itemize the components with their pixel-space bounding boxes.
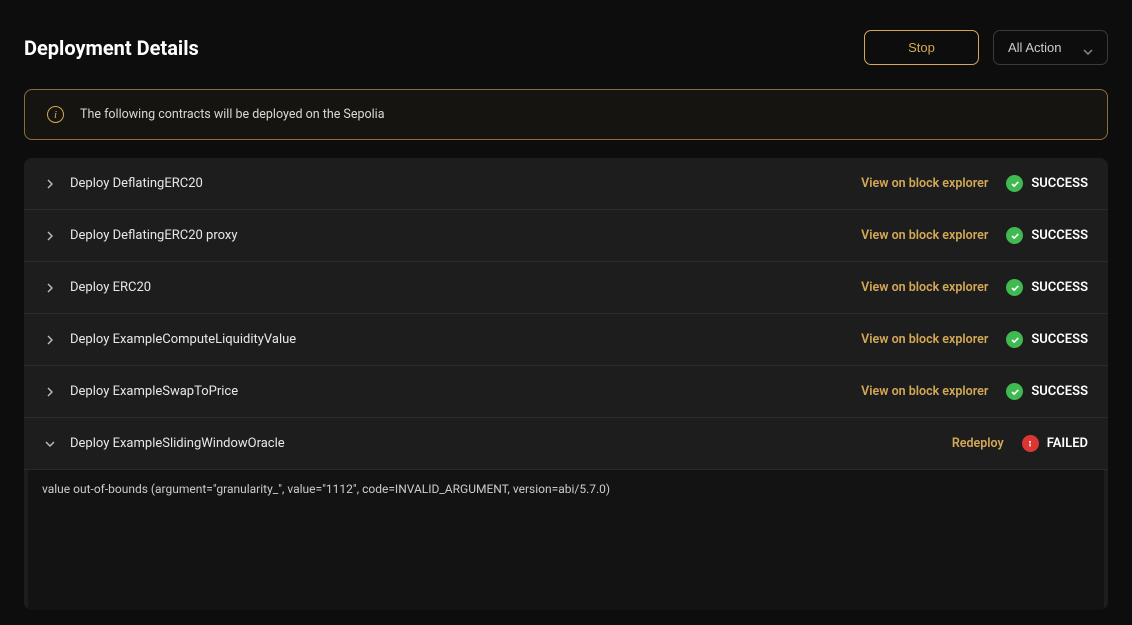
status-text: SUCCESS — [1031, 176, 1088, 191]
dropdown-label: All Action — [1008, 40, 1061, 55]
status-text: SUCCESS — [1031, 228, 1088, 243]
view-explorer-link[interactable]: View on block explorer — [861, 228, 988, 243]
deploy-label: Deploy ERC20 — [70, 280, 861, 295]
status-text: SUCCESS — [1031, 332, 1088, 347]
deploy-list: Deploy DeflatingERC20 View on block expl… — [24, 158, 1108, 610]
view-explorer-link[interactable]: View on block explorer — [861, 176, 988, 191]
status-badge: SUCCESS — [1006, 331, 1088, 348]
deploy-item[interactable]: Deploy ExampleSwapToPrice View on block … — [24, 366, 1108, 418]
deploy-item[interactable]: Deploy DeflatingERC20 proxy View on bloc… — [24, 210, 1108, 262]
stop-button[interactable]: Stop — [864, 30, 979, 65]
deploy-item[interactable]: Deploy ERC20 View on block explorer SUCC… — [24, 262, 1108, 314]
deploy-label: Deploy ExampleSlidingWindowOracle — [70, 436, 952, 451]
chevron-right-icon[interactable] — [44, 334, 56, 346]
check-icon — [1006, 279, 1023, 296]
error-panel: value out-of-bounds (argument="granulari… — [28, 470, 1104, 610]
chevron-right-icon[interactable] — [44, 230, 56, 242]
page-header: Deployment Details Stop All Action — [24, 30, 1108, 65]
page-title: Deployment Details — [24, 36, 199, 60]
status-text: SUCCESS — [1031, 384, 1088, 399]
status-badge: SUCCESS — [1006, 383, 1088, 400]
view-explorer-link[interactable]: View on block explorer — [861, 384, 988, 399]
check-icon — [1006, 331, 1023, 348]
info-banner: i The following contracts will be deploy… — [24, 89, 1108, 140]
deploy-label: Deploy ExampleSwapToPrice — [70, 384, 861, 399]
error-message: value out-of-bounds (argument="granulari… — [42, 482, 1090, 496]
deploy-label: Deploy ExampleComputeLiquidityValue — [70, 332, 861, 347]
redeploy-link[interactable]: Redeploy — [952, 436, 1004, 451]
view-explorer-link[interactable]: View on block explorer — [861, 332, 988, 347]
info-icon: i — [47, 106, 64, 123]
check-icon — [1006, 383, 1023, 400]
chevron-right-icon[interactable] — [44, 178, 56, 190]
deploy-item[interactable]: Deploy ExampleComputeLiquidityValue View… — [24, 314, 1108, 366]
check-icon — [1006, 175, 1023, 192]
status-badge: SUCCESS — [1006, 175, 1088, 192]
header-actions: Stop All Action — [864, 30, 1108, 65]
status-badge: FAILED — [1022, 435, 1088, 452]
view-explorer-link[interactable]: View on block explorer — [861, 280, 988, 295]
chevron-right-icon[interactable] — [44, 386, 56, 398]
status-text: SUCCESS — [1031, 280, 1088, 295]
deploy-item[interactable]: Deploy DeflatingERC20 View on block expl… — [24, 158, 1108, 210]
status-text: FAILED — [1047, 436, 1088, 451]
info-text: The following contracts will be deployed… — [80, 107, 385, 122]
deploy-item-expanded[interactable]: Deploy ExampleSlidingWindowOracle Redepl… — [24, 418, 1108, 470]
error-icon — [1022, 435, 1039, 452]
status-badge: SUCCESS — [1006, 227, 1088, 244]
deploy-label: Deploy DeflatingERC20 proxy — [70, 228, 861, 243]
all-action-dropdown[interactable]: All Action — [993, 30, 1108, 65]
deploy-label: Deploy DeflatingERC20 — [70, 176, 861, 191]
chevron-down-icon — [1083, 43, 1093, 53]
status-badge: SUCCESS — [1006, 279, 1088, 296]
check-icon — [1006, 227, 1023, 244]
chevron-right-icon[interactable] — [44, 282, 56, 294]
chevron-down-icon[interactable] — [44, 438, 56, 450]
